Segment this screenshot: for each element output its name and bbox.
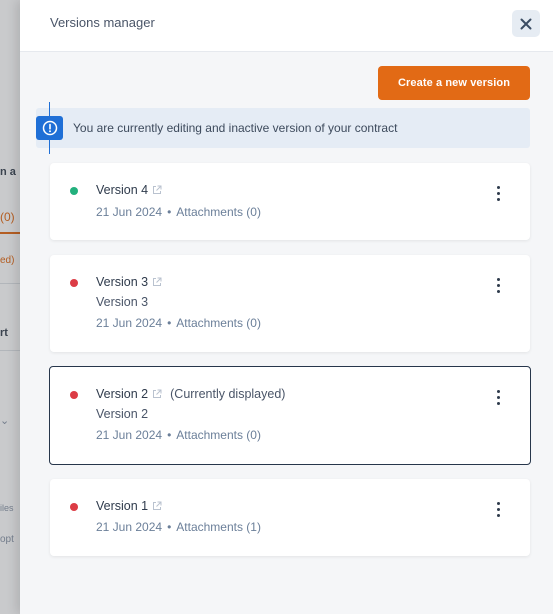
meta-separator: • [167,520,172,534]
version-name: Version 4 [96,183,162,197]
version-meta: 21 Jun 2024 • Attachments (0) [96,205,261,219]
version-description: Version 3 [96,295,149,309]
currently-displayed-label: (Currently displayed) [170,387,286,401]
version-date: 21 Jun 2024 [96,520,163,534]
version-name: Version 1 [96,499,162,513]
more-options-button[interactable] [488,181,508,205]
attachments-link[interactable]: Attachments (1) [176,520,261,534]
external-link-icon[interactable] [152,501,162,511]
create-version-button[interactable]: Create a new version [378,66,530,100]
alert-text: You are currently editing and inactive v… [73,121,398,135]
versions-drawer: Versions manager Create a new version Yo… [20,0,553,614]
status-dot-inactive [70,279,78,287]
version-name: Version 3 [96,275,162,289]
info-alert: You are currently editing and inactive v… [36,102,530,154]
meta-separator: • [167,205,172,219]
exclamation-circle-icon [42,120,57,136]
external-link-icon[interactable] [152,277,162,287]
more-options-button[interactable] [488,497,508,521]
version-card[interactable]: Version 3 Version 3 21 Jun 2024 • Attachme… [50,255,530,352]
external-link-icon[interactable] [152,389,162,399]
version-date: 21 Jun 2024 [96,205,163,219]
version-meta: 21 Jun 2024 • Attachments (0) [96,316,261,330]
meta-separator: • [167,428,172,442]
meta-separator: • [167,316,172,330]
status-dot-active [70,187,78,195]
version-name-text: Version 4 [96,183,149,197]
more-options-button[interactable] [488,273,508,297]
version-card[interactable]: Version 1 21 Jun 2024 • Attachments (1) [50,479,530,556]
version-name-text: Version 1 [96,499,149,513]
more-options-button[interactable] [488,385,508,409]
alert-icon-box [36,116,63,140]
status-dot-inactive [70,391,78,399]
drawer-header: Versions manager [20,0,553,52]
version-meta: 21 Jun 2024 • Attachments (1) [96,520,261,534]
version-card[interactable]: Version 4 21 Jun 2024 • Attachments (0) [50,163,530,240]
version-name-text: Version 2 [96,387,149,401]
version-meta: 21 Jun 2024 • Attachments (0) [96,428,261,442]
version-date: 21 Jun 2024 [96,316,163,330]
drawer-title: Versions manager [50,15,155,30]
version-card-current[interactable]: Version 2 (Currently displayed) Version … [49,366,531,465]
attachments-link[interactable]: Attachments (0) [176,428,261,442]
close-button[interactable] [512,10,540,37]
version-description: Version 2 [96,407,149,421]
status-dot-inactive [70,503,78,511]
version-date: 21 Jun 2024 [96,428,163,442]
attachments-link[interactable]: Attachments (0) [176,205,261,219]
version-name-text: Version 3 [96,275,149,289]
version-name: Version 2 (Currently displayed) [96,387,285,401]
external-link-icon[interactable] [152,185,162,195]
attachments-link[interactable]: Attachments (0) [176,316,261,330]
close-icon [520,18,532,29]
